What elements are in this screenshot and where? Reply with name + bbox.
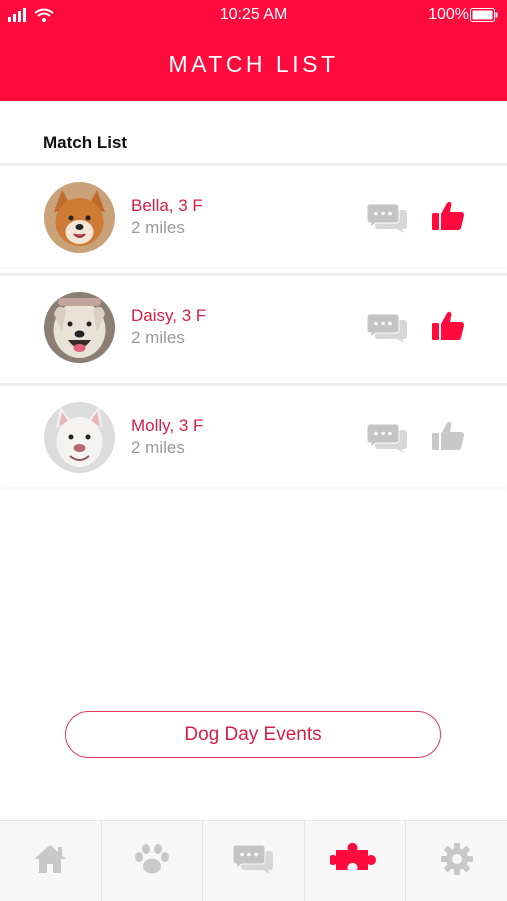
match-distance: 2 miles <box>131 328 185 347</box>
tab-paw[interactable] <box>102 821 204 901</box>
message-icon[interactable] <box>366 312 408 349</box>
match-name: Daisy, 3 F <box>131 306 207 325</box>
avatar[interactable] <box>44 182 115 253</box>
paw-icon <box>134 843 170 880</box>
avatar[interactable] <box>44 402 115 473</box>
tab-messages[interactable] <box>203 821 305 901</box>
match-name: Molly, 3 F <box>131 416 204 435</box>
tab-matches[interactable] <box>305 821 407 901</box>
match-row-molly[interactable]: Molly, 3 F 2 miles <box>0 383 507 487</box>
status-bar: 10:25 AM 100% <box>0 0 507 30</box>
page-title: MATCH LIST <box>168 51 339 77</box>
match-row-bella[interactable]: Bella, 3 F 2 miles <box>0 163 507 267</box>
chat-icon <box>232 843 274 880</box>
message-icon[interactable] <box>366 422 408 459</box>
avatar[interactable] <box>44 292 115 363</box>
tab-home[interactable] <box>0 821 102 901</box>
dog-day-events-button[interactable]: Dog Day Events <box>65 711 441 758</box>
match-distance: 2 miles <box>131 218 185 237</box>
battery-icon <box>470 8 498 27</box>
puzzle-icon <box>328 842 380 881</box>
message-icon[interactable] <box>366 202 408 239</box>
home-icon <box>33 844 67 879</box>
thumbs-up-icon[interactable] <box>431 310 465 347</box>
app-header: 10:25 AM 100% MATCH LIST <box>0 0 507 101</box>
thumbs-up-icon[interactable] <box>431 420 465 457</box>
battery-percent: 100% <box>428 6 469 23</box>
gear-icon <box>440 842 474 881</box>
thumbs-up-icon[interactable] <box>431 200 465 237</box>
match-row-daisy[interactable]: Daisy, 3 F 2 miles <box>0 273 507 377</box>
section-label: Match List <box>43 133 128 152</box>
match-distance: 2 miles <box>131 438 185 457</box>
match-name: Bella, 3 F <box>131 196 203 215</box>
bottom-tab-bar <box>0 820 507 901</box>
tab-settings[interactable] <box>406 821 507 901</box>
match-list: Bella, 3 F 2 miles Daisy, 3 F 2 miles Mo… <box>0 163 507 493</box>
